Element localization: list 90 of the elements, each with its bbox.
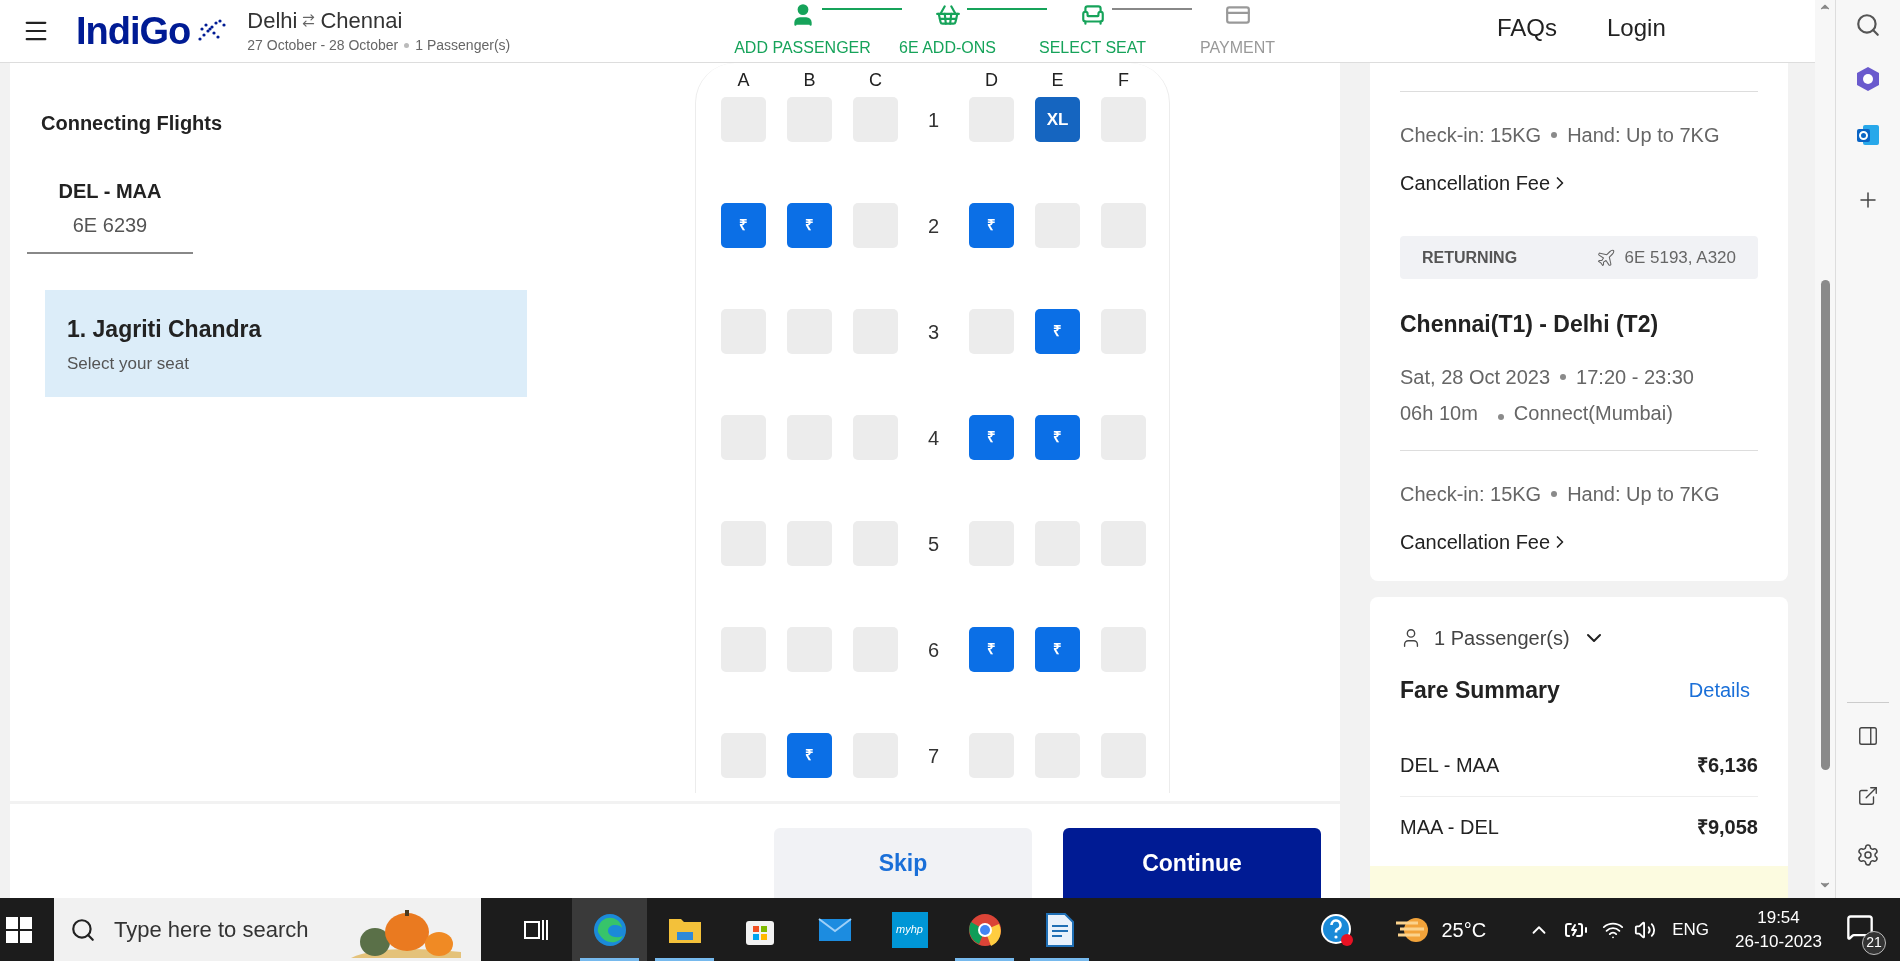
browser-icon[interactable] xyxy=(591,911,628,948)
details-link[interactable]: Details xyxy=(1688,675,1750,706)
row-number: 5 xyxy=(926,531,941,557)
seat-icon xyxy=(1079,2,1106,28)
brand-logo[interactable]: IndiGo xyxy=(76,12,191,50)
passenger-name: 1. Jagriti Chandra xyxy=(67,315,263,344)
row-number: 3 xyxy=(926,319,941,345)
returning-tag: RETURNING xyxy=(1422,245,1518,270)
route-origin: Delhi xyxy=(247,6,298,35)
paid-seat[interactable]: ₹ xyxy=(1035,627,1080,672)
input-language[interactable]: ENG xyxy=(1672,916,1710,943)
paid-seat[interactable]: ₹ xyxy=(969,203,1014,248)
fare-route: DEL - MAA xyxy=(1400,752,1500,778)
row-number: 7 xyxy=(926,743,941,769)
seat-hint: Select your seat xyxy=(67,352,190,375)
checkin-baggage: Check-in: 15KG xyxy=(1400,481,1542,507)
taskbar-app-slot[interactable]: myhp xyxy=(872,898,947,961)
column-letter: C xyxy=(868,68,883,92)
paid-seat[interactable]: ₹ xyxy=(1035,309,1080,354)
row-number: 1 xyxy=(926,107,941,133)
flight-number: 6E 6239 xyxy=(72,213,148,238)
swap-icon xyxy=(301,13,317,28)
fare-amount: ₹6,136 xyxy=(1696,752,1758,778)
return-route: Chennai(T1) - Delhi (T2) xyxy=(1400,310,1660,339)
clock-date[interactable]: 26-10-2023 xyxy=(1735,929,1822,954)
windows-logo-icon[interactable] xyxy=(6,916,32,943)
action-button[interactable]: Continue xyxy=(1063,828,1321,898)
row-number: 6 xyxy=(926,637,941,663)
search-placeholder: Type here to search xyxy=(114,916,309,944)
column-letter: D xyxy=(984,68,999,92)
chrome-icon[interactable] xyxy=(966,911,1003,948)
sidebar-panel-icon[interactable] xyxy=(1857,725,1879,747)
xl-seat[interactable]: XL xyxy=(1035,97,1080,142)
step-label: ADD PASSENGER xyxy=(734,38,871,58)
flight-route: DEL - MAA xyxy=(58,179,162,204)
passenger-count: 1 Passenger(s) xyxy=(415,35,511,55)
column-letter: B xyxy=(802,68,817,92)
flight-details: 6E 5193, A320 xyxy=(1624,246,1736,269)
plane-dots-icon xyxy=(196,19,227,43)
myhp-app-icon[interactable]: myhp xyxy=(891,911,928,948)
step-label: 6E ADD-ONS xyxy=(899,38,996,58)
scrollbar-thumb[interactable] xyxy=(1820,280,1830,770)
nav-link[interactable]: Login xyxy=(1607,10,1666,46)
paid-seat[interactable]: ₹ xyxy=(969,627,1014,672)
return-time: 17:20 - 23:30 xyxy=(1576,364,1694,390)
basket-icon xyxy=(934,2,961,28)
section-heading: Connecting Flights xyxy=(40,111,224,136)
notification-count: 21 xyxy=(1862,930,1886,955)
row-number: 4 xyxy=(926,425,941,451)
return-connection: Connect(Mumbai) xyxy=(1513,400,1673,426)
step-label: PAYMENT xyxy=(1200,38,1275,58)
nav-link[interactable]: FAQs xyxy=(1497,10,1557,46)
temperature[interactable]: 25°C xyxy=(1441,914,1487,945)
column-letter: A xyxy=(736,68,751,92)
fare-amount: ₹9,058 xyxy=(1696,815,1758,840)
paid-seat[interactable]: ₹ xyxy=(787,733,832,778)
paid-seat[interactable]: ₹ xyxy=(787,203,832,248)
column-letter: F xyxy=(1117,68,1130,92)
help-icon[interactable] xyxy=(1319,912,1354,947)
passenger-count: 1 Passenger(s) xyxy=(1434,626,1570,651)
mail-app-icon[interactable] xyxy=(1855,122,1881,148)
travel-dates: 27 October - 28 October xyxy=(247,35,399,55)
row-number: 2 xyxy=(926,213,941,239)
passenger-card[interactable]: 1. Jagriti Chandra Select your seat xyxy=(45,290,527,397)
paid-seat[interactable]: ₹ xyxy=(721,203,766,248)
search-icon xyxy=(70,916,96,943)
cancellation-fee-link[interactable]: Cancellation Fee xyxy=(1400,526,1758,557)
hand-baggage: Hand: Up to 7KG xyxy=(1567,123,1720,148)
fare-route: MAA - DEL xyxy=(1400,815,1499,840)
flight-tab[interactable]: DEL - MAA 6E 6239 xyxy=(27,176,193,254)
search-icon[interactable] xyxy=(1855,12,1881,38)
route-destination: Chennai xyxy=(320,6,403,35)
clock-time[interactable]: 19:54 xyxy=(1757,905,1800,930)
plane-icon xyxy=(1596,247,1617,268)
document-icon[interactable] xyxy=(1044,911,1075,948)
hand-baggage: Hand: Up to 7KG xyxy=(1567,481,1720,507)
checkin-baggage: Check-in: 15KG xyxy=(1400,123,1542,148)
paid-seat[interactable]: ₹ xyxy=(1035,415,1080,460)
cancellation-fee-link[interactable]: Cancellation Fee xyxy=(1400,168,1758,198)
external-link-icon[interactable] xyxy=(1857,785,1879,807)
action-button[interactable]: Skip xyxy=(774,828,1032,898)
settings-icon[interactable] xyxy=(1856,843,1880,867)
taskbar-search-field[interactable]: Type here to search xyxy=(54,898,481,961)
paid-seat[interactable]: ₹ xyxy=(969,415,1014,460)
return-date: Sat, 28 Oct 2023 xyxy=(1400,364,1551,390)
step-label: SELECT SEAT xyxy=(1039,38,1146,58)
fare-summary-title: Fare Summary xyxy=(1400,676,1560,705)
return-duration: 06h 10m xyxy=(1400,400,1478,426)
hexagon-logo-icon[interactable] xyxy=(1855,66,1881,92)
column-letter: E xyxy=(1050,68,1065,92)
